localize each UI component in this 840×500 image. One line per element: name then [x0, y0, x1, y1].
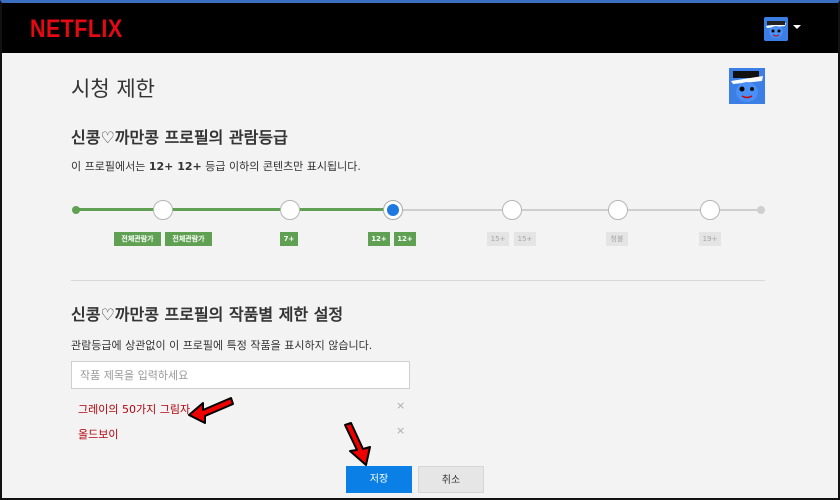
rating-badge: 7+	[280, 232, 298, 246]
rating-badge: 전체관람가	[114, 232, 161, 246]
profile-menu-caret-icon[interactable]	[793, 25, 801, 29]
maturity-slider-fill	[76, 208, 394, 211]
title-restriction-description: 관람등급에 상관없이 이 프로필에 특정 작품을 표시하지 않습니다.	[71, 339, 373, 352]
slider-stop-19[interactable]	[700, 200, 720, 220]
rating-badge: 12+	[394, 232, 416, 246]
title-search-input[interactable]	[71, 361, 410, 389]
rating-badge: 15+	[514, 232, 536, 246]
annotation-arrow-icon	[188, 397, 234, 424]
remove-title-icon[interactable]: ×	[396, 399, 405, 412]
maturity-desc-level: 12+ 12+	[148, 160, 202, 173]
rating-badge: 청불	[606, 232, 628, 246]
restricted-title-item: 올드보이	[78, 428, 119, 441]
slider-stop-adult[interactable]	[608, 200, 628, 220]
netflix-window: NETFLIX 시청 제한 신콩♡까만콩 프로필의 관람등급 이 프로필에서는 …	[0, 0, 840, 500]
maturity-description: 이 프로필에서는 12+ 12+ 등급 이하의 콘텐츠만 표시됩니다.	[71, 158, 361, 174]
rating-badge: 15+	[487, 232, 509, 246]
slider-stop-7[interactable]	[280, 200, 300, 220]
section-divider	[71, 280, 765, 281]
netflix-logo[interactable]: NETFLIX	[30, 15, 123, 44]
remove-title-icon[interactable]: ×	[396, 424, 405, 437]
maturity-section-title: 신콩♡까만콩 프로필의 관람등급	[71, 128, 288, 147]
cancel-button[interactable]: 취소	[418, 466, 484, 493]
restricted-title-item: 그레이의 50가지 그림자	[78, 403, 191, 416]
rating-badge: 전체관람가	[165, 232, 212, 246]
profile-avatar	[729, 68, 765, 104]
header-avatar[interactable]	[764, 17, 788, 41]
page-title: 시청 제한	[71, 77, 155, 101]
maturity-desc-prefix: 이 프로필에서는	[71, 160, 149, 173]
maturity-desc-suffix: 등급 이하의 콘텐츠만 표시됩니다.	[201, 160, 361, 173]
slider-end-dot	[757, 206, 765, 214]
slider-stop-15[interactable]	[502, 200, 522, 220]
title-restriction-section-title: 신콩♡까만콩 프로필의 작품별 제한 설정	[71, 305, 344, 324]
slider-stop-all-ages[interactable]	[153, 200, 173, 220]
rating-badge: 12+	[368, 232, 390, 246]
top-header: NETFLIX	[2, 3, 838, 53]
slider-start-dot	[72, 206, 80, 214]
save-button[interactable]: 저장	[346, 466, 412, 493]
slider-stop-12-selected[interactable]	[383, 200, 403, 220]
rating-badge: 19+	[699, 232, 721, 246]
annotation-arrow-icon	[344, 422, 371, 466]
